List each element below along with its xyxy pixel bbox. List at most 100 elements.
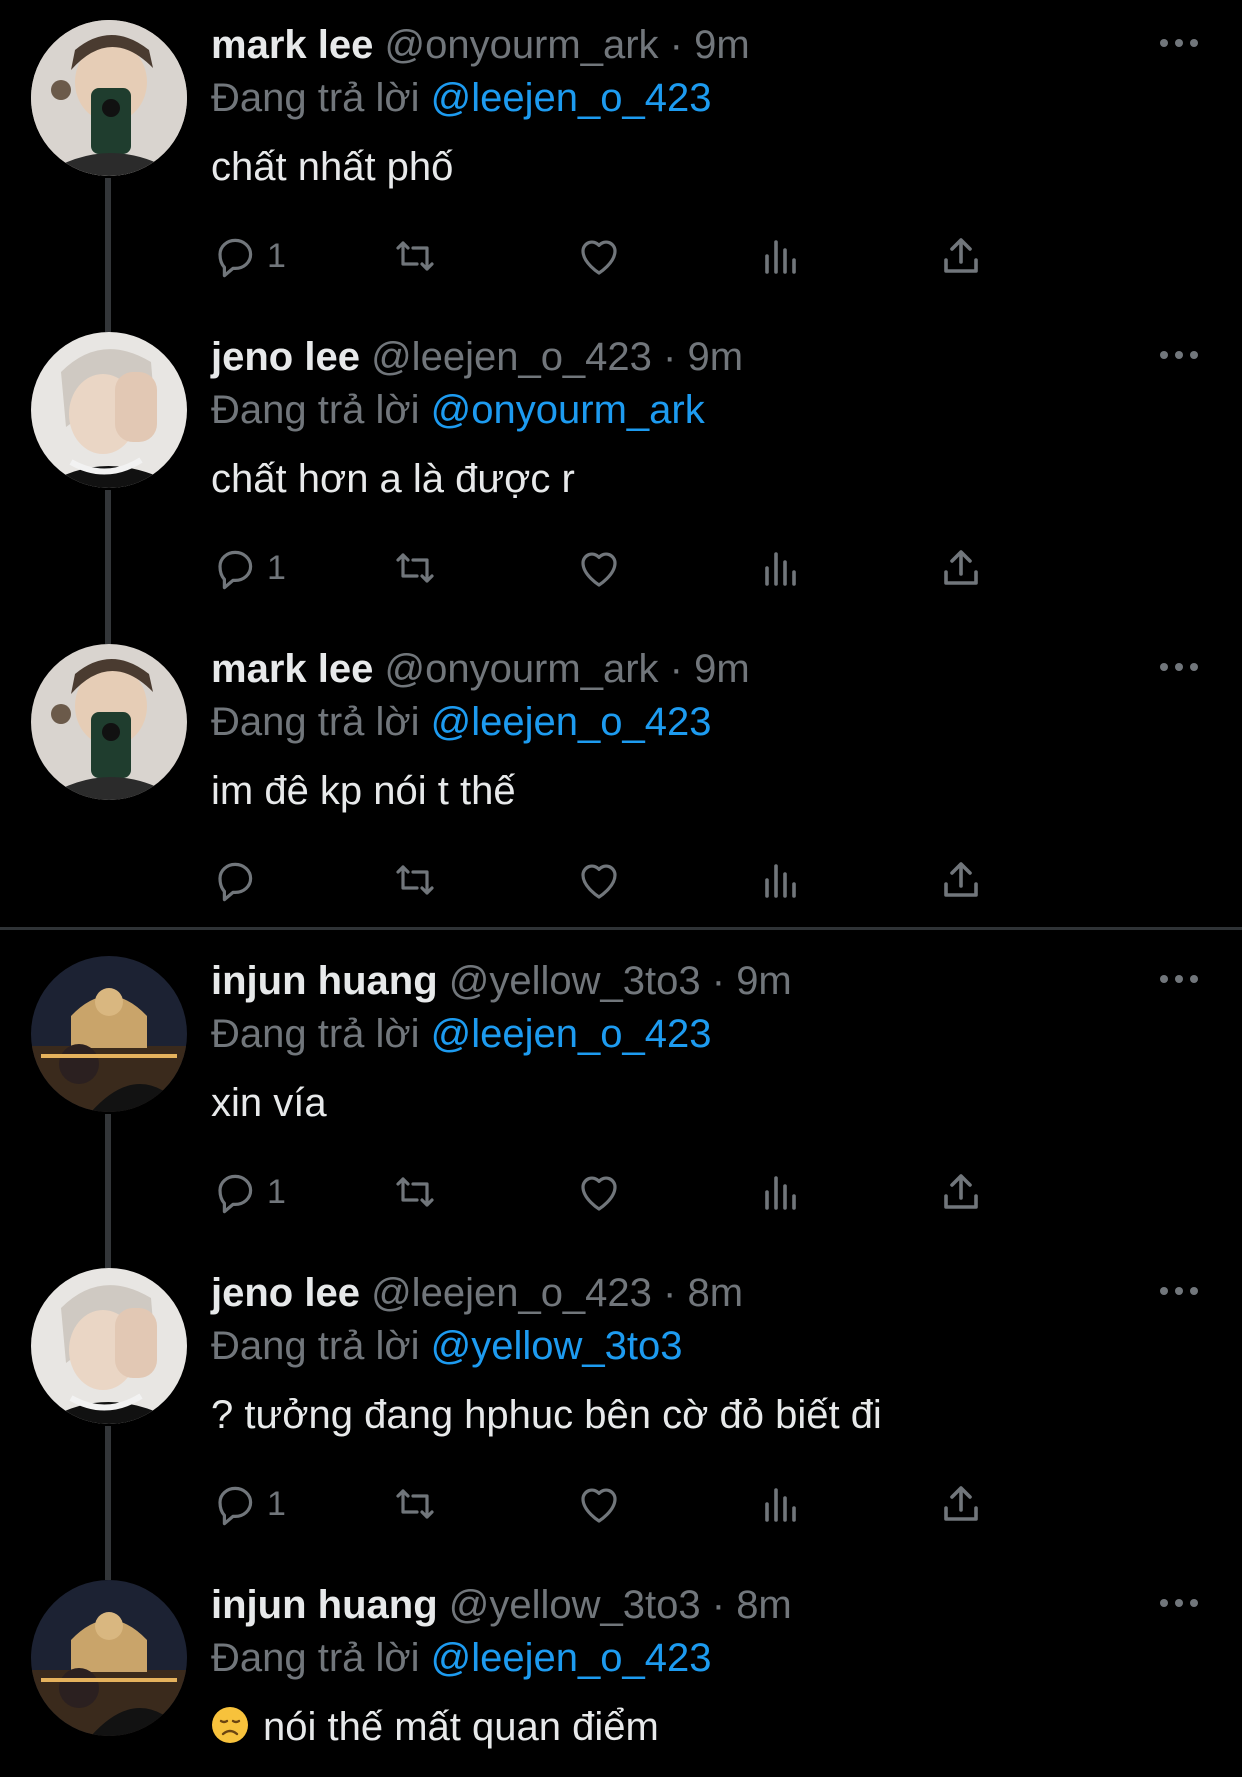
replying-to: Đang trả lời @leejen_o_423	[211, 73, 712, 123]
replying-to-label: Đang trả lời	[211, 76, 420, 120]
disappointed-face-emoji	[212, 1707, 248, 1743]
action-bar: 1	[211, 540, 1111, 596]
share-button[interactable]	[937, 228, 985, 284]
more-options-icon[interactable]	[1157, 1588, 1201, 1618]
replying-to: Đang trả lời @leejen_o_423	[211, 697, 712, 747]
reply-icon	[218, 1174, 253, 1214]
replying-to-label: Đang trả lời	[211, 1636, 420, 1680]
heart-icon	[581, 864, 617, 899]
retweet-button[interactable]	[391, 852, 439, 908]
more-options-icon[interactable]	[1157, 1276, 1201, 1306]
tweet-header: injun huang @yellow_3to3 · 8m	[211, 1580, 792, 1630]
reply-button[interactable]: 1	[211, 228, 286, 284]
user-handle[interactable]: @yellow_3to3	[449, 959, 701, 1003]
tweet[interactable]: injun huang @yellow_3to3 · 9m Đang trả l…	[0, 936, 1242, 1248]
replying-to: Đang trả lời @leejen_o_423	[211, 1633, 712, 1683]
like-button[interactable]	[575, 852, 623, 908]
like-button[interactable]	[575, 228, 623, 284]
separator-dot: ·	[663, 1271, 677, 1315]
display-name[interactable]: mark lee	[211, 647, 373, 691]
heart-icon	[581, 1176, 617, 1211]
more-options-icon[interactable]	[1157, 964, 1201, 994]
timestamp[interactable]: 9m	[688, 335, 744, 379]
mention-link[interactable]: @onyourm_ark	[431, 388, 705, 432]
separator-dot: ·	[711, 959, 726, 1003]
action-bar: 1	[211, 1164, 1111, 1220]
injun-huang-avatar[interactable]	[31, 956, 187, 1112]
tweet-header: jeno lee @leejen_o_423 · 9m	[211, 332, 743, 382]
mark-lee-avatar[interactable]	[31, 644, 187, 800]
more-options-icon[interactable]	[1157, 652, 1201, 682]
display-name[interactable]: jeno lee	[211, 335, 360, 379]
heart-icon	[581, 552, 617, 587]
retweet-button[interactable]	[391, 1476, 439, 1532]
mention-link[interactable]: @leejen_o_423	[431, 700, 712, 744]
user-handle[interactable]: @yellow_3to3	[449, 1583, 701, 1627]
mark-lee-avatar[interactable]	[31, 20, 187, 176]
share-button[interactable]	[937, 1476, 985, 1532]
views-button[interactable]	[757, 540, 805, 596]
like-button[interactable]	[575, 540, 623, 596]
retweet-button[interactable]	[391, 1164, 439, 1220]
reply-count: 1	[267, 548, 286, 587]
mention-link[interactable]: @yellow_3to3	[431, 1324, 683, 1368]
mention-link[interactable]: @leejen_o_423	[431, 1012, 712, 1056]
user-handle[interactable]: @leejen_o_423	[371, 335, 652, 379]
tweet-text: nói thế mất quan điểm	[211, 1701, 659, 1753]
tweet[interactable]: jeno lee @leejen_o_423 · 8m Đang trả lời…	[0, 1248, 1242, 1560]
reply-button[interactable]: 1	[211, 1164, 286, 1220]
tweet[interactable]: jeno lee @leejen_o_423 · 9m Đang trả lời…	[0, 312, 1242, 624]
user-handle[interactable]: @onyourm_ark	[384, 647, 658, 691]
replying-to-label: Đang trả lời	[211, 1012, 420, 1056]
views-button[interactable]	[757, 852, 805, 908]
reply-button[interactable]: 1	[211, 540, 286, 596]
mention-link[interactable]: @leejen_o_423	[431, 76, 712, 120]
heart-icon	[581, 240, 617, 275]
retweet-icon	[396, 553, 434, 583]
reply-button[interactable]: 1	[211, 1476, 286, 1532]
retweet-button[interactable]	[391, 228, 439, 284]
tweet-text: xin vía	[211, 1081, 327, 1125]
share-icon	[944, 862, 978, 897]
reply-button[interactable]	[211, 852, 259, 908]
jeno-lee-avatar[interactable]	[31, 332, 187, 488]
tweet[interactable]: injun huang @yellow_3to3 · 8m Đang trả l…	[0, 1560, 1242, 1777]
views-button[interactable]	[757, 228, 805, 284]
display-name[interactable]: injun huang	[211, 959, 438, 1003]
like-button[interactable]	[575, 1164, 623, 1220]
tweet[interactable]: mark lee @onyourm_ark · 9m Đang trả lời …	[0, 0, 1242, 312]
display-name[interactable]: jeno lee	[211, 1271, 360, 1315]
share-button[interactable]	[937, 1164, 985, 1220]
retweet-icon	[396, 865, 434, 895]
reply-icon	[218, 238, 253, 278]
reply-count: 1	[267, 236, 286, 275]
tweet[interactable]: mark lee @onyourm_ark · 9m Đang trả lời …	[0, 624, 1242, 936]
views-icon	[765, 1176, 796, 1210]
more-options-icon[interactable]	[1157, 340, 1201, 370]
timestamp[interactable]: 9m	[694, 647, 750, 691]
display-name[interactable]: mark lee	[211, 23, 373, 67]
timestamp[interactable]: 9m	[736, 959, 792, 1003]
timestamp[interactable]: 8m	[736, 1583, 792, 1627]
more-options-icon[interactable]	[1157, 28, 1201, 58]
jeno-lee-avatar[interactable]	[31, 1268, 187, 1424]
share-button[interactable]	[937, 852, 985, 908]
timestamp[interactable]: 9m	[694, 23, 750, 67]
separator-dot: ·	[669, 647, 683, 691]
display-name[interactable]: injun huang	[211, 1583, 438, 1627]
user-handle[interactable]: @onyourm_ark	[384, 23, 658, 67]
tweet-text: im đê kp nói t thế	[211, 769, 516, 813]
views-icon	[765, 864, 796, 898]
retweet-icon	[396, 241, 434, 271]
views-button[interactable]	[757, 1476, 805, 1532]
views-button[interactable]	[757, 1164, 805, 1220]
mention-link[interactable]: @leejen_o_423	[431, 1636, 712, 1680]
user-handle[interactable]: @leejen_o_423	[371, 1271, 652, 1315]
like-button[interactable]	[575, 1476, 623, 1532]
timestamp[interactable]: 8m	[688, 1271, 744, 1315]
tweet-header: jeno lee @leejen_o_423 · 8m	[211, 1268, 743, 1318]
tweet-text: chất nhất phố	[211, 145, 454, 189]
retweet-button[interactable]	[391, 540, 439, 596]
injun-huang-avatar[interactable]	[31, 1580, 187, 1736]
share-button[interactable]	[937, 540, 985, 596]
